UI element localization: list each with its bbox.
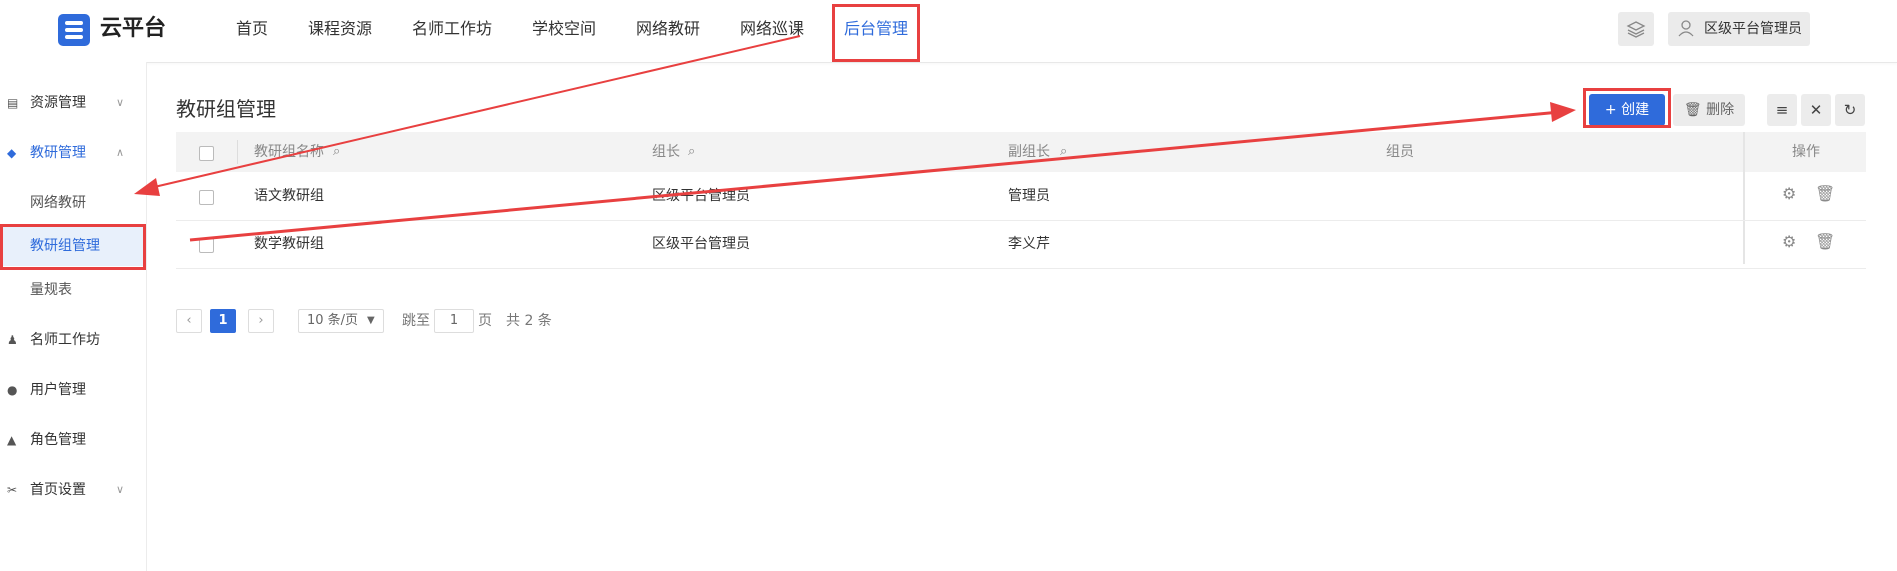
trash-icon[interactable]: 🗑 [1815,234,1835,250]
sidebar-item-label: 量规表 [30,282,72,298]
user-name: 区级平台管理员 [1704,21,1802,37]
top-header: 云平台 首页 课程资源 名师工作坊 学校空间 网络教研 网络巡课 后台管理 区级… [0,0,1897,63]
sidebar-subitem-rubric[interactable]: 量规表 [0,270,146,310]
cell-leader: 区级平台管理员 [652,236,750,252]
annotation-arrows [134,35,1576,242]
folder-icon: ▤ [7,96,19,110]
delete-label: 删除 [1706,102,1735,118]
sidebar-item-label: 角色管理 [30,432,86,448]
sidebar-item-label: 首页设置 [30,482,86,498]
cell-group-name: 数学教研组 [254,236,324,252]
page-button-1[interactable]: 1 [210,309,236,333]
row-checkbox[interactable] [199,238,214,253]
cell-deputy: 管理员 [1008,188,1050,204]
jump-input[interactable]: 1 [434,309,474,333]
next-page-button[interactable]: › [248,309,274,333]
column-header-leader: 组长 [652,144,680,160]
create-button-highlight [1583,88,1671,128]
total-count: 共 2 条 [506,313,552,329]
sidebar: ▤ 资源管理 ∨ ◆ 教研管理 ∧ 网络教研 教研组管理 量规表 ♟ 名师工作坊… [0,62,147,571]
cell-leader: 区级平台管理员 [652,188,750,204]
column-header-deputy: 副组长 [1008,144,1050,160]
chevron-down-icon: ∨ [116,96,125,109]
sidebar-item-user-management[interactable]: ● 用户管理 [0,375,146,405]
page-size-select[interactable]: 10 条/页 ▼ [298,309,384,333]
user-icon [1678,20,1694,37]
sidebar-item-master-workshop[interactable]: ♟ 名师工作坊 [0,325,146,355]
shapes-icon: ▲ [7,433,17,447]
sidebar-highlight [0,224,146,270]
search-icon[interactable]: ⌕ [688,132,695,172]
sidebar-subitem-online-research[interactable]: 网络教研 [0,183,146,223]
users-icon: ♟ [7,333,18,347]
filter-icon: ≡ [1775,101,1789,119]
sidebar-item-home-settings[interactable]: ✂ 首页设置 ∨ [0,475,146,505]
page-size-value: 10 条/页 [307,313,359,328]
trash-icon[interactable]: 🗑 [1815,186,1835,202]
graduation-cap-icon: ◆ [7,146,17,160]
nav-online-inspection[interactable]: 网络巡课 [740,0,804,58]
close-icon: ✕ [1809,101,1823,119]
column-header-group-name: 教研组名称 [254,144,324,160]
jump-label: 跳至 [402,313,430,329]
sidebar-item-label: 教研管理 [30,145,86,161]
column-header-actions: 操作 [1792,144,1820,160]
sidebar-item-label: 网络教研 [30,195,86,211]
search-icon[interactable]: ⌕ [1060,132,1067,172]
row-checkbox[interactable] [199,190,214,205]
cell-group-name: 语文教研组 [254,188,324,204]
logo-icon [58,14,90,46]
sidebar-item-label: 资源管理 [30,95,86,111]
layers-button[interactable] [1618,12,1654,46]
layers-icon [1626,21,1646,38]
cell-deputy: 李义芹 [1008,236,1050,252]
page-title: 教研组管理 [176,97,276,121]
settings-icon[interactable]: ⚙ [1782,234,1796,250]
sidebar-item-role-management[interactable]: ▲ 角色管理 [0,425,146,455]
nav-school-space[interactable]: 学校空间 [532,0,596,58]
logo-text: 云平台 [100,16,167,41]
sidebar-item-label: 名师工作坊 [30,332,100,348]
column-header-members: 组员 [1386,144,1414,160]
chevron-up-icon: ∧ [116,146,125,159]
sidebar-item-label: 用户管理 [30,382,86,398]
user-icon: ● [7,383,18,397]
sidebar-item-resource-management[interactable]: ▤ 资源管理 ∨ [0,88,146,118]
page-unit: 页 [478,313,492,329]
close-button[interactable]: ✕ [1801,94,1831,126]
sidebar-item-research-management[interactable]: ◆ 教研管理 ∧ [0,138,146,168]
prev-page-button[interactable]: ‹ [176,309,202,333]
chevron-down-icon: ∨ [116,483,125,496]
tools-icon: ✂ [7,483,18,497]
trash-icon: 🗑 [1683,102,1702,118]
nav-admin-highlight [832,4,920,62]
chevron-right-icon: › [258,313,264,328]
filter-button[interactable]: ≡ [1767,94,1797,126]
nav-online-research[interactable]: 网络教研 [636,0,700,58]
select-all-checkbox[interactable] [199,146,214,161]
refresh-icon: ↻ [1843,101,1857,119]
nav-master-teacher-workshop[interactable]: 名师工作坊 [412,0,492,58]
refresh-button[interactable]: ↻ [1835,94,1865,126]
caret-down-icon: ▼ [367,315,375,326]
nav-course-resources[interactable]: 课程资源 [308,0,372,58]
nav-home[interactable]: 首页 [236,0,268,58]
chevron-left-icon: ‹ [186,313,192,328]
settings-icon[interactable]: ⚙ [1782,186,1796,202]
search-icon[interactable]: ⌕ [333,132,340,172]
delete-button[interactable]: 🗑 删除 [1673,94,1745,126]
